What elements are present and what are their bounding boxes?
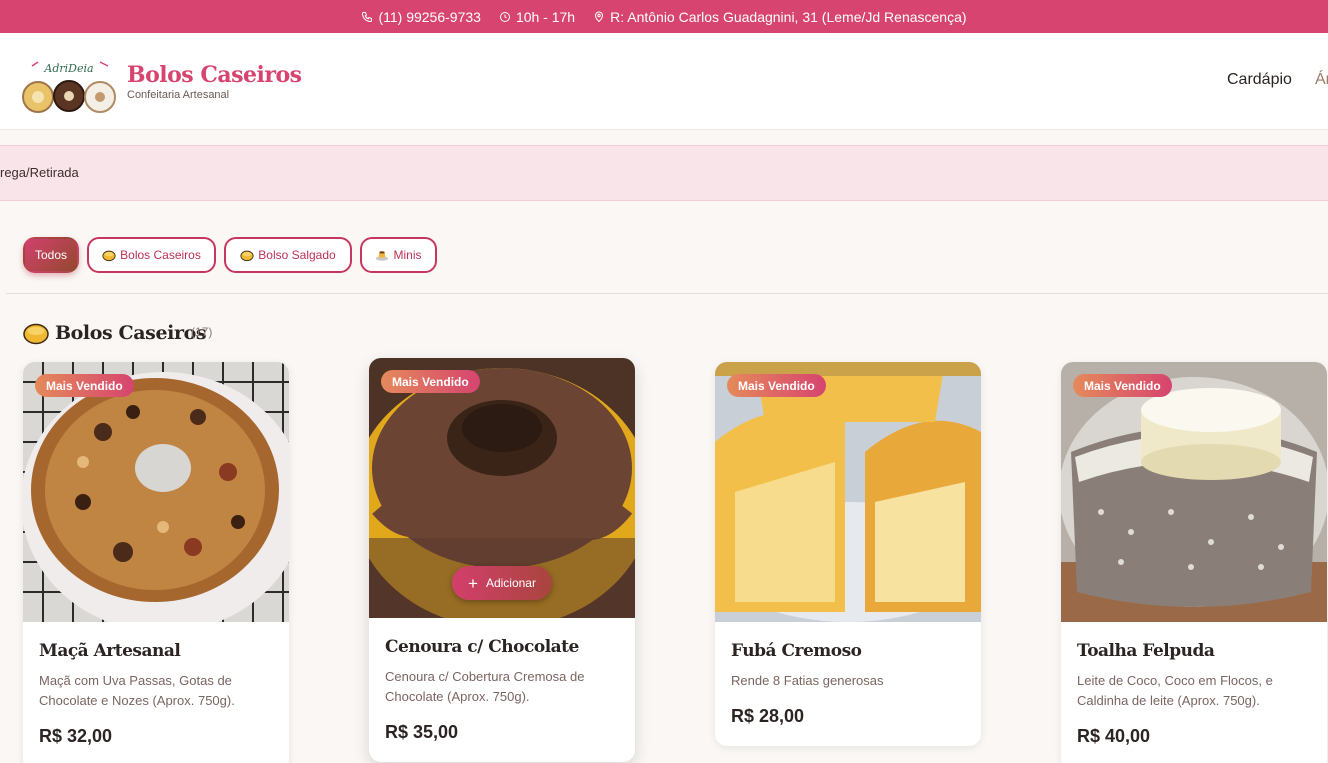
best-seller-badge: Mais Vendido [727, 374, 826, 397]
add-to-cart-button[interactable]: + Adicionar [452, 566, 552, 600]
section-title: Bolos Caseiros [55, 322, 207, 344]
filter-minis[interactable]: Minis [360, 237, 437, 273]
cake-photo [715, 362, 981, 622]
product-price: R$ 35,00 [385, 722, 459, 742]
hours-info: 10h - 17h [499, 9, 575, 25]
product-price: R$ 32,00 [39, 726, 113, 746]
brand-subtitle: Confeitaria Artesanal [127, 89, 230, 101]
phone-icon [362, 11, 373, 22]
svg-text:AdriDeia: AdriDeia [43, 62, 93, 75]
filter-bolos-caseiros[interactable]: Bolos Caseiros [87, 237, 216, 273]
product-card[interactable]: Mais Vendido Toalha Felpuda Leite de Coc… [1061, 362, 1327, 763]
clock-icon [499, 11, 510, 22]
product-photo[interactable]: Mais Vendido [715, 362, 981, 622]
cake-icon [23, 323, 49, 345]
cake-icon [102, 250, 116, 262]
product-photo[interactable]: Mais Vendido + Adicionar [369, 358, 635, 618]
section-count: (17) [191, 325, 213, 339]
product-name: Fubá Cremoso [731, 641, 862, 661]
product-description: Leite de Coco, Coco em Flocos, e Caldinh… [1077, 673, 1273, 708]
nav-area[interactable]: Ár [1315, 71, 1328, 89]
top-info-bar: (11) 99256-9733 10h - 17h R: Antônio Car… [0, 0, 1328, 33]
filter-label: Todos [34, 248, 68, 262]
cake-photo [23, 362, 289, 622]
filter-divider [6, 293, 1328, 294]
best-seller-badge: Mais Vendido [381, 370, 480, 393]
filter-label: Bolos Caseiros [120, 248, 201, 262]
product-name: Maçã Artesanal [39, 641, 181, 661]
phone-info[interactable]: (11) 99256-9733 [361, 8, 481, 25]
pudding-icon [376, 251, 389, 261]
opening-hours: 10h - 17h [515, 8, 576, 25]
product-description: Cenoura c/ Cobertura Cremosa de Chocolat… [385, 669, 585, 704]
product-card[interactable]: Mais Vendido Fubá Cremoso Rende 8 Fatias… [715, 362, 981, 746]
address-text: R: Antônio Carlos Guadagnini, 31 (Leme/J… [610, 8, 967, 25]
nav-cardapio[interactable]: Cardápio [1227, 71, 1292, 89]
product-name: Toalha Felpuda [1077, 641, 1215, 661]
address-info[interactable]: R: Antônio Carlos Guadagnini, 31 (Leme/J… [593, 8, 967, 25]
best-seller-badge: Mais Vendido [35, 374, 134, 397]
add-button-label: Adicionar [485, 576, 536, 590]
map-pin-icon [595, 11, 604, 22]
product-card[interactable]: Mais Vendido Maçã Artesanal Maçã com Uva… [23, 362, 289, 763]
best-seller-badge: Mais Vendido [1073, 374, 1172, 397]
site-header: AdriDeia Bolos Caseiros Confeitaria Arte… [0, 33, 1328, 130]
product-photo[interactable]: Mais Vendido [1061, 362, 1327, 622]
brand-logo[interactable]: AdriDeia [22, 50, 116, 114]
product-description: Maçã com Uva Passas, Gotas de Chocolate … [39, 673, 235, 708]
product-price: R$ 40,00 [1077, 726, 1151, 746]
filter-bolso-salgado[interactable]: Bolso Salgado [224, 237, 352, 273]
filter-label: Bolso Salgado [258, 248, 336, 262]
product-photo[interactable]: Mais Vendido [23, 362, 289, 622]
brand-title[interactable]: Bolos Caseiros [127, 62, 302, 88]
cake-photo [1061, 362, 1327, 622]
product-card[interactable]: Mais Vendido + Adicionar Cenoura c/ Choc… [369, 358, 635, 762]
phone-number: (11) 99256-9733 [378, 8, 481, 25]
cake-icon [240, 250, 254, 262]
product-description: Rende 8 Fatias generosas [731, 673, 884, 688]
delivery-banner-text: rega/Retirada [0, 165, 79, 180]
filter-todos[interactable]: Todos [23, 237, 79, 273]
product-price: R$ 28,00 [731, 706, 805, 726]
product-name: Cenoura c/ Chocolate [385, 637, 579, 657]
filter-label: Minis [393, 248, 422, 262]
delivery-banner: rega/Retirada [0, 145, 1328, 201]
plus-icon: + [468, 573, 478, 593]
